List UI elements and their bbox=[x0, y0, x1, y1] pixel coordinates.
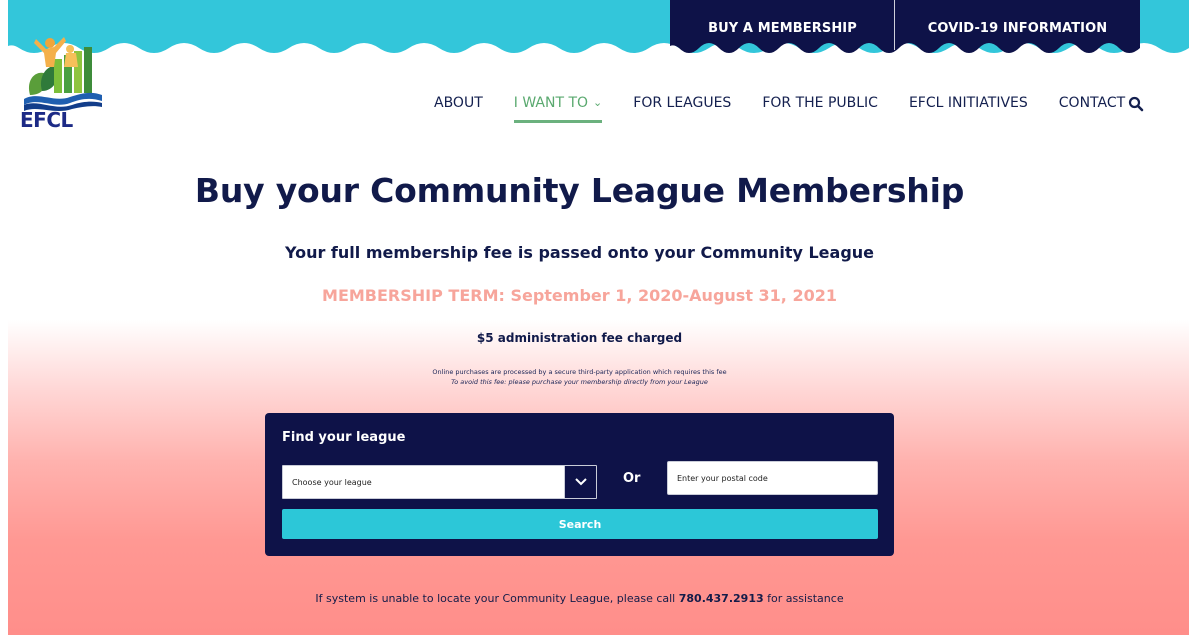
membership-fee-subtitle: Your full membership fee is passed onto … bbox=[284, 243, 875, 262]
membership-term: MEMBERSHIP TERM: September 1, 2020-Augus… bbox=[322, 286, 837, 305]
covid-information-link[interactable]: COVID-19 INFORMATION bbox=[895, 0, 1140, 60]
search-icon[interactable] bbox=[1128, 96, 1144, 112]
nav-item-label: FOR LEAGUES bbox=[633, 95, 732, 111]
logo-bar-4 bbox=[84, 47, 92, 93]
chevron-down-icon: ⌄ bbox=[593, 96, 603, 109]
efcl-logo[interactable] bbox=[24, 33, 104, 133]
assistance-text-before: If system is unable to locate your Commu… bbox=[315, 592, 679, 605]
search-button[interactable]: Search bbox=[282, 509, 878, 539]
nav-item-contact[interactable]: CONTACT bbox=[1059, 95, 1125, 111]
league-select[interactable]: Choose your league bbox=[282, 465, 597, 499]
assistance-note: If system is unable to locate your Commu… bbox=[8, 592, 1151, 605]
admin-fee-notice: $5 administration fee charged bbox=[476, 331, 683, 345]
page: BUY A MEMBERSHIP COVID-19 INFORMATION EF… bbox=[8, 0, 1189, 635]
nav-item-for-the-public[interactable]: FOR THE PUBLIC bbox=[762, 95, 878, 111]
dropdown-toggle[interactable] bbox=[564, 466, 596, 498]
find-league-panel: Find your league Choose your league Or S… bbox=[265, 413, 894, 556]
utility-nav: BUY A MEMBERSHIP COVID-19 INFORMATION bbox=[670, 0, 1140, 60]
nav-item-label: EFCL INITIATIVES bbox=[908, 95, 1028, 111]
chevron-down-icon bbox=[574, 478, 587, 486]
main-nav: ABOUT I WANT TO ⌄ FOR LEAGUES FOR THE PUB… bbox=[434, 95, 1156, 127]
logo-figure-head bbox=[45, 38, 55, 48]
fee-avoid-note: To avoid this fee: please purchase your … bbox=[451, 378, 708, 386]
logo-bar-1 bbox=[54, 59, 62, 93]
nav-item-i-want-to[interactable]: I WANT TO ⌄ bbox=[513, 95, 603, 123]
nav-item-efcl-initiatives[interactable]: EFCL INITIATIVES bbox=[909, 95, 1028, 111]
find-league-title: Find your league bbox=[282, 430, 406, 445]
nav-item-label: FOR THE PUBLIC bbox=[762, 95, 878, 111]
buy-membership-link[interactable]: BUY A MEMBERSHIP bbox=[670, 0, 895, 60]
logo-figure-small bbox=[64, 45, 78, 67]
assistance-text-after: for assistance bbox=[763, 592, 844, 605]
nav-item-label: I WANT TO bbox=[513, 95, 589, 111]
postal-code-input[interactable] bbox=[667, 461, 878, 495]
page-title: Buy your Community League Membership bbox=[194, 171, 965, 210]
nav-item-label: CONTACT bbox=[1058, 95, 1126, 111]
fee-fine-print: Online purchases are processed by a secu… bbox=[432, 368, 727, 376]
or-separator: Or bbox=[623, 471, 641, 486]
league-select-value: Choose your league bbox=[292, 478, 372, 487]
nav-item-for-leagues[interactable]: FOR LEAGUES bbox=[633, 95, 731, 111]
assistance-phone-number[interactable]: 780.437.2913 bbox=[679, 592, 764, 605]
nav-item-about[interactable]: ABOUT bbox=[434, 95, 483, 111]
nav-item-label: ABOUT bbox=[434, 95, 483, 111]
